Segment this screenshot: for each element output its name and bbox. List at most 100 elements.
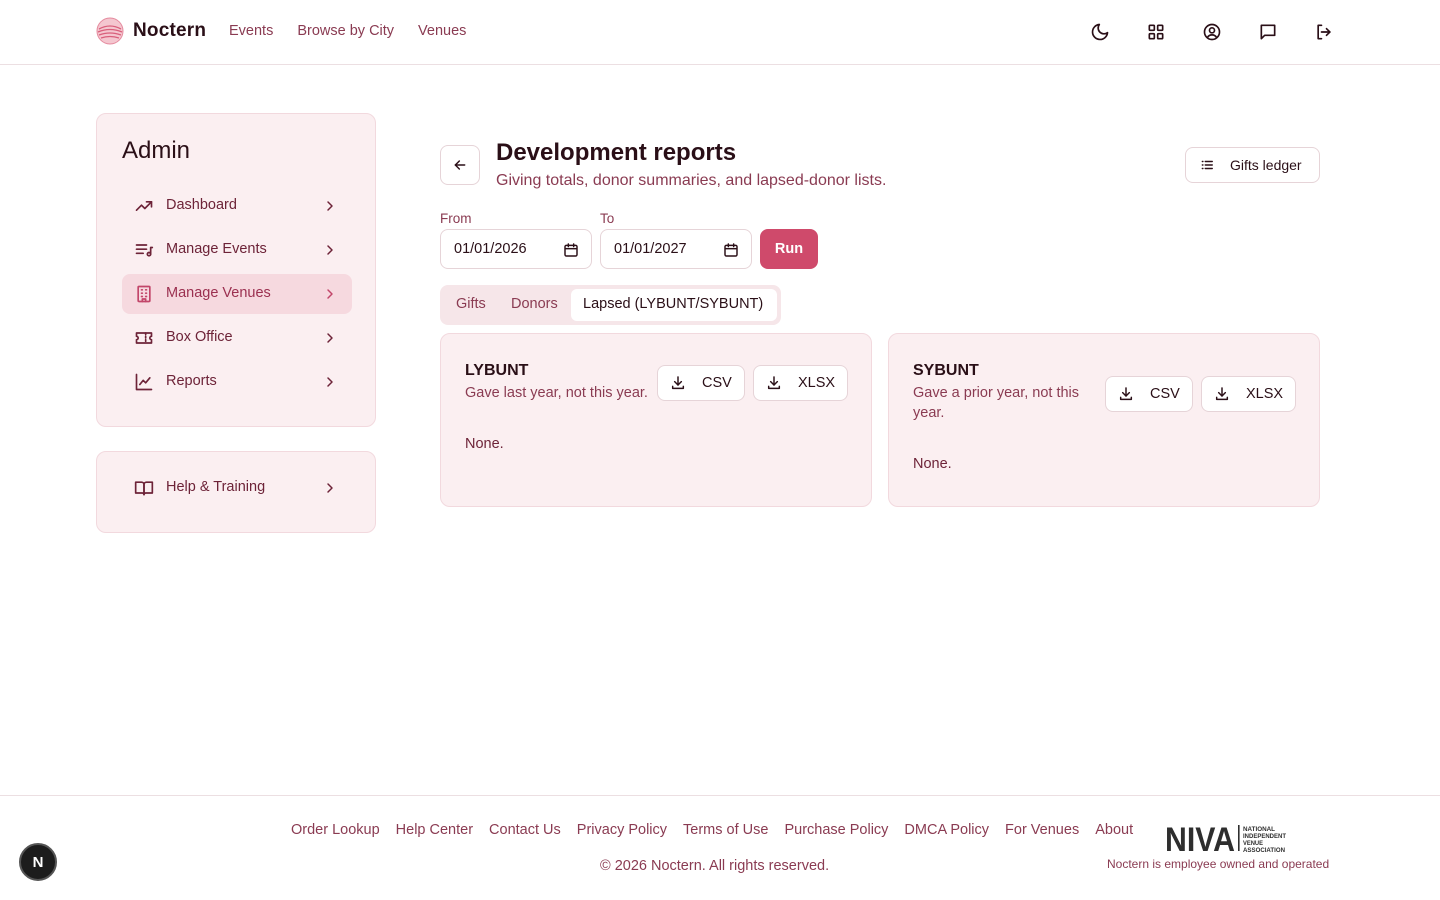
lybunt-card: LYBUNT Gave last year, not this year. CS… <box>440 333 872 507</box>
top-header: Noctern Events Browse by City Venues <box>0 0 1440 65</box>
svg-text:INDEPENDENT: INDEPENDENT <box>1243 833 1286 840</box>
sidebar-item-reports[interactable]: Reports <box>122 362 352 402</box>
chevron-right-icon <box>322 480 338 496</box>
help-sidebar: Help & Training <box>96 451 376 533</box>
download-icon <box>670 375 686 391</box>
tab-label: Gifts <box>456 296 486 312</box>
xlsx-label: XLSX <box>1246 386 1284 402</box>
svg-text:NIVA: NIVA <box>1165 823 1235 853</box>
csv-label: CSV <box>1150 386 1180 402</box>
run-button[interactable]: Run <box>760 229 818 269</box>
chevron-right-icon <box>322 374 338 390</box>
moon-icon[interactable] <box>1090 22 1110 42</box>
brand[interactable]: Noctern <box>96 17 206 45</box>
chevron-right-icon <box>322 198 338 214</box>
sidebar-item-label: Manage Events <box>166 241 267 257</box>
footer-link-purchase-policy[interactable]: Purchase Policy <box>784 822 888 838</box>
to-date-input[interactable]: 01/01/2027 <box>600 229 752 269</box>
main-nav: Events Browse by City Venues <box>229 23 466 39</box>
sidebar-item-label: Manage Venues <box>166 285 271 301</box>
nav-events[interactable]: Events <box>229 23 273 39</box>
footer-link-dmca-policy[interactable]: DMCA Policy <box>904 822 989 838</box>
gifts-ledger-label: Gifts ledger <box>1230 157 1302 173</box>
sidebar-title: Admin <box>122 137 191 164</box>
footer-link-terms-of-use[interactable]: Terms of Use <box>683 822 768 838</box>
line-chart-icon <box>134 372 154 392</box>
to-label: To <box>600 211 615 226</box>
trending-up-icon <box>134 196 154 216</box>
from-date-value: 01/01/2026 <box>454 241 527 257</box>
report-tabs: Gifts Donors Lapsed (LYBUNT/SYBUNT) <box>440 285 781 325</box>
footer-link-contact-us[interactable]: Contact Us <box>489 822 561 838</box>
brand-name: Noctern <box>133 20 207 41</box>
grid-icon[interactable] <box>1146 22 1166 42</box>
nav-browse-by-city[interactable]: Browse by City <box>297 23 394 39</box>
list-icon <box>1200 158 1214 172</box>
arrow-left-icon <box>452 157 468 173</box>
download-icon <box>1214 386 1230 402</box>
admin-sidebar: Admin Dashboard Manage Events Manage Ven… <box>96 113 376 427</box>
tab-lapsed[interactable]: Lapsed (LYBUNT/SYBUNT) <box>571 289 777 321</box>
user-circle-icon[interactable] <box>1202 22 1222 42</box>
sidebar-item-label: Box Office <box>166 329 233 345</box>
tab-label: Lapsed (LYBUNT/SYBUNT) <box>583 296 764 312</box>
download-icon <box>766 375 782 391</box>
chevron-right-icon <box>322 330 338 346</box>
csv-label: CSV <box>702 375 732 391</box>
message-icon[interactable] <box>1258 22 1278 42</box>
gifts-ledger-button[interactable]: Gifts ledger <box>1185 147 1320 183</box>
chevron-right-icon <box>322 286 338 302</box>
chevron-right-icon <box>322 242 338 258</box>
to-date-value: 01/01/2027 <box>614 241 687 257</box>
footer-link-privacy-policy[interactable]: Privacy Policy <box>577 822 667 838</box>
tab-gifts[interactable]: Gifts <box>444 289 499 321</box>
card-description: Gave last year, not this year. <box>465 385 648 401</box>
logout-icon[interactable] <box>1314 22 1334 42</box>
lybunt-csv-button[interactable]: CSV <box>657 365 745 401</box>
svg-text:NATIONAL: NATIONAL <box>1243 826 1275 833</box>
xlsx-label: XLSX <box>798 375 836 391</box>
from-label: From <box>440 211 472 226</box>
building-icon <box>134 284 154 304</box>
lybunt-xlsx-button[interactable]: XLSX <box>753 365 848 401</box>
sidebar-item-help-training[interactable]: Help & Training <box>122 468 352 508</box>
card-title: SYBUNT <box>913 362 979 379</box>
tab-donors[interactable]: Donors <box>499 289 571 321</box>
sidebar-item-manage-events[interactable]: Manage Events <box>122 230 352 270</box>
footer-link-order-lookup[interactable]: Order Lookup <box>291 822 380 838</box>
page-title: Development reports <box>496 139 737 166</box>
footer-link-for-venues[interactable]: For Venues <box>1005 822 1079 838</box>
sidebar-item-label: Reports <box>166 373 217 389</box>
page-subtitle: Giving totals, donor summaries, and laps… <box>496 172 887 189</box>
footer: Order Lookup Help Center Contact Us Priv… <box>0 795 1440 900</box>
sidebar-item-dashboard[interactable]: Dashboard <box>122 186 352 226</box>
download-icon <box>1118 386 1134 402</box>
card-empty-text: None. <box>913 456 952 472</box>
svg-text:VENUE: VENUE <box>1243 840 1264 847</box>
niva-tagline: Noctern is employee owned and operated <box>1107 857 1330 871</box>
niva-logo[interactable]: NIVA NATIONAL INDEPENDENT VENUE ASSOCIAT… <box>1165 823 1287 853</box>
sybunt-xlsx-button[interactable]: XLSX <box>1201 376 1296 412</box>
card-description: Gave a prior year, not this year. <box>913 385 1080 421</box>
sybunt-csv-button[interactable]: CSV <box>1105 376 1193 412</box>
book-icon <box>134 478 154 498</box>
tab-label: Donors <box>511 296 558 312</box>
nav-venues[interactable]: Venues <box>418 23 466 39</box>
sidebar-item-label: Help & Training <box>166 479 266 495</box>
footer-link-help-center[interactable]: Help Center <box>396 822 473 838</box>
from-date-input[interactable]: 01/01/2026 <box>440 229 592 269</box>
card-title: LYBUNT <box>465 362 529 379</box>
footer-links: Order Lookup Help Center Contact Us Priv… <box>291 822 1133 838</box>
footer-link-about[interactable]: About <box>1095 822 1133 838</box>
sidebar-item-box-office[interactable]: Box Office <box>122 318 352 358</box>
sidebar-item-label: Dashboard <box>166 197 237 213</box>
dev-badge[interactable]: N <box>19 843 57 881</box>
header-actions <box>1090 22 1334 42</box>
back-button[interactable] <box>440 145 480 185</box>
noctern-logo-icon <box>96 17 124 45</box>
list-music-icon <box>134 240 154 260</box>
calendar-icon[interactable] <box>563 242 579 258</box>
calendar-icon[interactable] <box>723 242 739 258</box>
ticket-icon <box>134 328 154 348</box>
sidebar-item-manage-venues[interactable]: Manage Venues <box>122 274 352 314</box>
